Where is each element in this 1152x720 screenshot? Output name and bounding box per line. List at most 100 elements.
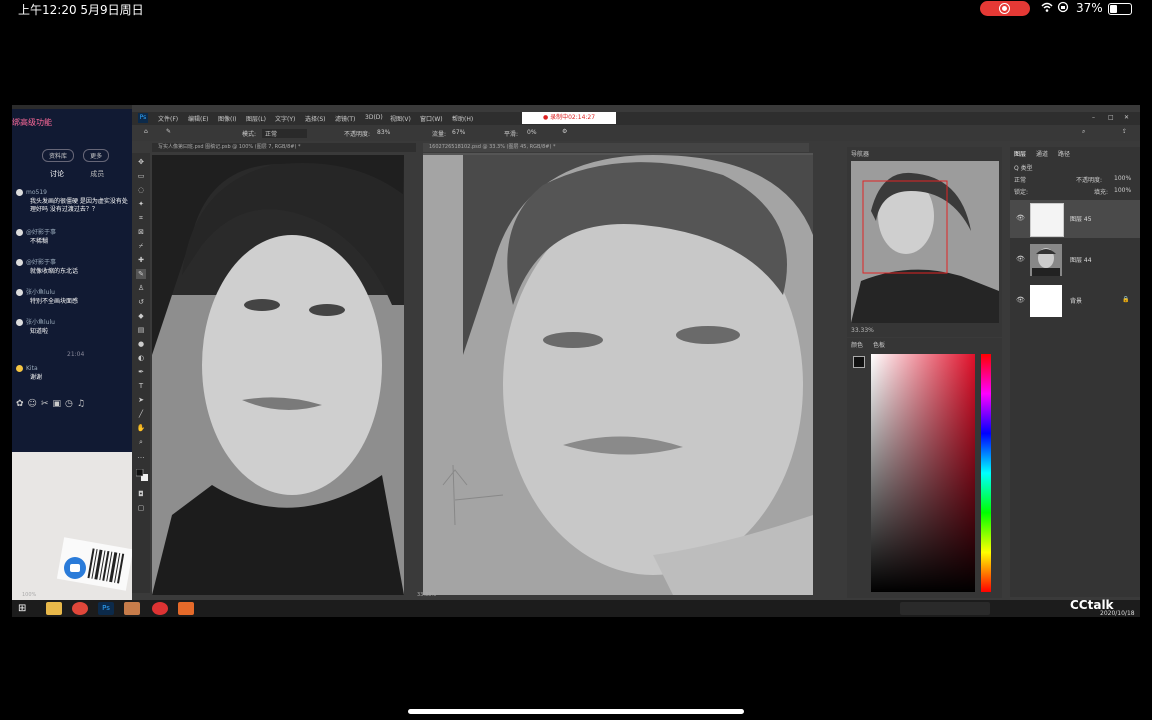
menu-filter[interactable]: 滤镜(T) — [335, 114, 355, 123]
crop-tool-icon[interactable]: ⌗ — [136, 213, 146, 223]
lasso-tool-icon[interactable]: ◌ — [136, 185, 146, 195]
zoom-tool-icon[interactable]: ⌕ — [136, 437, 146, 447]
marquee-tool-icon[interactable]: ▭ — [136, 171, 146, 181]
fill-value[interactable]: 100% — [1114, 187, 1131, 194]
chat-fab-button[interactable] — [64, 557, 86, 579]
history-brush-icon[interactable]: ↺ — [136, 297, 146, 307]
path-select-icon[interactable]: ➤ — [136, 395, 146, 405]
type-tool-icon[interactable]: T — [136, 381, 146, 391]
color-swatches-icon[interactable] — [135, 468, 148, 481]
tab-paths[interactable]: 路径 — [1058, 149, 1070, 158]
menu-3d[interactable]: 3D(D) — [365, 114, 383, 121]
foreground-color-swatch[interactable] — [853, 356, 865, 368]
swatches-tab[interactable]: 色板 — [873, 340, 885, 349]
share-icon[interactable]: ⇪ — [1122, 128, 1127, 135]
message-text: 我头发画的很僵硬 是因为虚实没有处理好吗 没有过渡过去？？ — [30, 198, 128, 213]
menu-window[interactable]: 窗口(W) — [420, 114, 443, 123]
stamp-tool-icon[interactable]: ♙ — [136, 283, 146, 293]
clock-icon[interactable]: ◷ — [65, 399, 77, 409]
chrome-icon[interactable] — [72, 602, 88, 615]
layer-row[interactable]: 👁 背景 🔒 — [1010, 282, 1140, 320]
eye-icon[interactable]: 👁 — [1016, 255, 1025, 263]
blur-tool-icon[interactable]: ● — [136, 339, 146, 349]
menu-image[interactable]: 图像(I) — [218, 114, 236, 123]
hue-slider[interactable] — [981, 354, 991, 592]
cctalk-taskbar-icon[interactable] — [178, 602, 194, 615]
layer-name[interactable]: 背景 — [1070, 296, 1082, 305]
layer-blend-mode[interactable]: 正常 — [1014, 175, 1026, 184]
eyedropper-tool-icon[interactable]: ⌿ — [136, 241, 146, 251]
screen-mode-icon[interactable]: ▢ — [136, 503, 146, 513]
layer-kind-filter[interactable]: Q 类型 — [1014, 163, 1033, 172]
tab-channels[interactable]: 通道 — [1036, 149, 1048, 158]
navigator-thumbnail[interactable] — [851, 161, 999, 323]
menu-help[interactable]: 帮助(H) — [452, 114, 473, 123]
move-tool-icon[interactable]: ✥ — [136, 157, 146, 167]
tab-layers[interactable]: 图层 — [1014, 149, 1026, 158]
file-explorer-icon[interactable] — [46, 602, 62, 615]
frame-tool-icon[interactable]: ⊠ — [136, 227, 146, 237]
emoji-icon[interactable]: ☺ — [28, 399, 41, 409]
navigator-preview — [851, 161, 999, 323]
screen-recording-indicator[interactable] — [980, 1, 1030, 16]
menu-select[interactable]: 选择(S) — [305, 114, 326, 123]
eraser-tool-icon[interactable]: ◆ — [136, 311, 146, 321]
menu-type[interactable]: 文字(Y) — [275, 114, 295, 123]
home-indicator[interactable] — [408, 709, 744, 714]
tab-members[interactable]: 成员 — [90, 170, 104, 178]
opacity-value[interactable]: 83% — [377, 129, 390, 136]
image-icon[interactable]: ▣ — [52, 399, 65, 409]
flow-value[interactable]: 67% — [452, 129, 465, 136]
menu-layer[interactable]: 图层(L) — [246, 114, 266, 123]
more-tools-icon[interactable]: … — [136, 451, 146, 461]
gear-icon[interactable]: ⚙ — [562, 128, 567, 135]
wand-tool-icon[interactable]: ✦ — [136, 199, 146, 209]
painting-canvas[interactable] — [423, 155, 813, 595]
scissors-icon[interactable]: ✂ — [41, 399, 53, 409]
chat-header: 绑高级功能 — [12, 118, 52, 127]
search-icon[interactable]: ⌕ — [1082, 128, 1085, 136]
eye-icon[interactable]: 👁 — [1016, 296, 1025, 304]
menu-edit[interactable]: 编辑(E) — [188, 114, 208, 123]
pen-tool-icon[interactable]: ✒ — [136, 367, 146, 377]
color-tab[interactable]: 颜色 — [851, 340, 863, 349]
doc-tab-1[interactable]: 写实人像第曰班.psd 图稿记.psb @ 100% (图层 7, RGB/8#… — [152, 143, 416, 152]
gradient-tool-icon[interactable]: ▤ — [136, 325, 146, 335]
navigator-zoom[interactable]: 33.33% — [851, 327, 874, 334]
maximize-icon[interactable]: □ — [1108, 114, 1114, 121]
menu-file[interactable]: 文件(F) — [158, 114, 178, 123]
home-icon[interactable]: ⌂ — [144, 128, 148, 135]
doc-tab-2[interactable]: 1602726518102.psd @ 33.3% (图层 45, RGB/8#… — [423, 143, 809, 152]
more-button[interactable]: 更多 — [83, 149, 110, 162]
healing-tool-icon[interactable]: ✚ — [136, 255, 146, 265]
eye-icon[interactable]: 👁 — [1016, 214, 1025, 222]
minimize-icon[interactable]: – — [1092, 114, 1095, 121]
layer-row[interactable]: 👁 图层 44 — [1010, 241, 1140, 279]
system-tray[interactable] — [900, 602, 990, 615]
windows-start-icon[interactable]: ⊞ — [18, 602, 34, 615]
color-spectrum[interactable] — [871, 354, 975, 592]
app-taskbar-icon[interactable] — [124, 602, 140, 615]
brush-tool-icon[interactable]: ✎ — [136, 269, 146, 279]
tab-discussion[interactable]: 讨论 — [50, 170, 64, 178]
flower-icon[interactable]: ✿ — [16, 399, 28, 409]
netease-icon[interactable] — [152, 602, 168, 615]
photoshop-taskbar-icon[interactable]: Ps — [98, 602, 114, 615]
smooth-value[interactable]: 0% — [527, 129, 537, 136]
close-icon[interactable]: ✕ — [1124, 114, 1129, 121]
reference-photo-canvas[interactable] — [152, 155, 404, 595]
layer-name[interactable]: 图层 44 — [1070, 255, 1092, 264]
message-text: 谢谢 — [30, 374, 43, 381]
layer-row[interactable]: 👁 图层 45 — [1010, 200, 1140, 238]
layer-name[interactable]: 图层 45 — [1070, 214, 1092, 223]
mode-select[interactable]: 正常 — [262, 129, 308, 138]
quick-mask-icon[interactable]: ◘ — [136, 489, 146, 499]
bell-icon[interactable]: ♫ — [77, 399, 89, 409]
dodge-tool-icon[interactable]: ◐ — [136, 353, 146, 363]
layer-opacity-value[interactable]: 100% — [1114, 175, 1131, 182]
brush-tool-icon[interactable]: ✎ — [166, 128, 171, 135]
hand-tool-icon[interactable]: ✋ — [136, 423, 146, 433]
shape-tool-icon[interactable]: ╱ — [136, 409, 146, 419]
menu-view[interactable]: 视图(V) — [390, 114, 411, 123]
library-button[interactable]: 资料库 — [42, 149, 75, 162]
